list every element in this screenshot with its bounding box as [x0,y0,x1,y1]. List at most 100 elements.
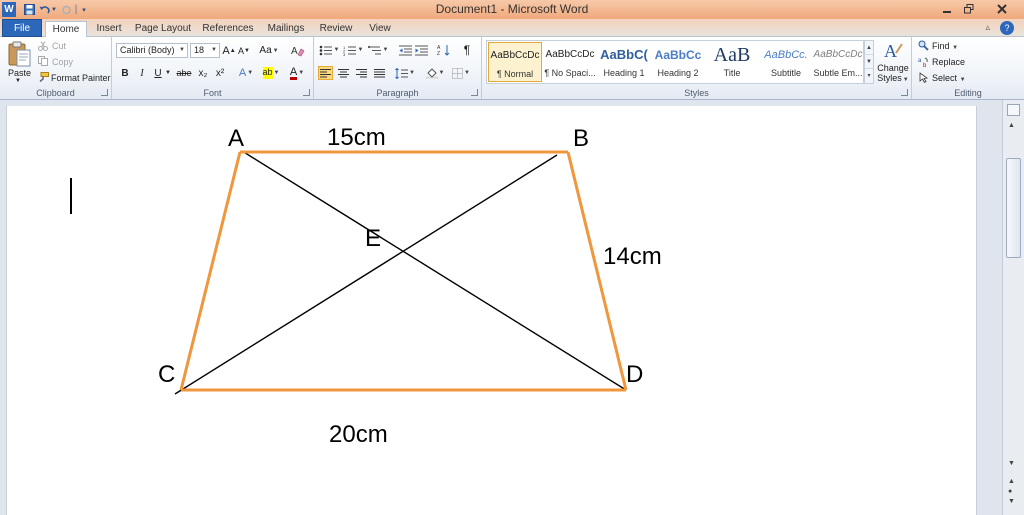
shading-dropdown-icon: ▼ [438,70,445,76]
style-heading-1[interactable]: AaBbC( Heading 1 [597,42,651,82]
style-normal[interactable]: AaBbCcDc ¶ Normal [488,42,542,82]
shrink-font-button[interactable]: A ▼ [237,44,251,57]
styles-group-label: Styles [684,88,709,98]
scroll-down-icon[interactable]: ▼ [1008,460,1015,467]
scroll-thumb[interactable] [1006,158,1021,258]
replace-icon[interactable]: ab [918,56,929,69]
scroll-up-icon[interactable]: ▲ [1008,122,1015,129]
side-label-right: 14cm [603,243,662,270]
select-button[interactable]: Select ▼ [932,73,966,83]
increase-indent-icon[interactable] [414,43,428,57]
highlight-button[interactable]: ab ▼ [260,66,282,80]
italic-button[interactable]: I [135,66,149,80]
numbering-button[interactable]: 1 2 3 ▼ [342,43,364,57]
tab-mailings[interactable]: Mailings [264,21,308,37]
font-size-select[interactable]: 18 ▼ [190,43,220,58]
copy-button[interactable]: Copy [52,57,73,67]
cut-icon[interactable] [38,41,48,51]
minimize-ribbon-icon[interactable]: ▵ [985,22,990,33]
style-title[interactable]: AaB Title [705,42,759,82]
style-subtitle[interactable]: AaBbCc. Subtitle [759,42,813,82]
find-icon[interactable] [918,40,929,51]
font-color-button[interactable]: A ▼ [286,66,308,80]
style-heading-2-preview: AaBbCc [654,48,702,62]
decrease-indent-icon[interactable] [398,43,412,57]
find-label: Find [932,41,950,51]
style-subtle-emphasis[interactable]: AaBbCcDc Subtle Em... [811,42,865,82]
tab-home[interactable]: Home [45,21,87,38]
find-button[interactable]: Find ▼ [932,41,958,51]
tab-view[interactable]: View [364,21,396,37]
help-icon[interactable]: ? [1000,21,1014,35]
font-size-dropdown-icon: ▼ [211,47,217,53]
next-page-icon[interactable]: ▼ [1008,498,1015,505]
styles-gallery-scroll[interactable]: ▲ ▼ ▾ [864,40,874,84]
paragraph-launcher-icon[interactable] [471,89,478,96]
borders-button[interactable]: ▼ [450,66,472,80]
superscript-button[interactable]: x² [213,66,227,80]
font-name-select[interactable]: Calibri (Body) ▼ [116,43,188,58]
previous-page-icon[interactable]: ▲ [1008,478,1015,485]
format-painter-icon[interactable] [38,72,49,83]
align-center-button[interactable] [336,66,351,80]
highlight-label: ab [262,67,273,79]
grow-font-button[interactable]: A ▲ [222,44,236,57]
close-icon[interactable] [984,0,1020,17]
style-heading-2[interactable]: AaBbCc Heading 2 [651,42,705,82]
shading-button[interactable]: ▼ [424,66,446,80]
replace-button[interactable]: Replace [932,57,965,67]
strikethrough-button[interactable]: abe [176,66,192,80]
cut-button[interactable]: Cut [52,41,66,51]
text-effects-label: A [238,67,247,79]
paste-dropdown-icon[interactable]: ▼ [15,78,21,84]
underline-button[interactable]: U [152,66,164,80]
gallery-up-icon[interactable]: ▲ [865,41,873,55]
svg-text:a: a [918,58,922,64]
paste-icon[interactable] [6,40,32,68]
justify-button[interactable] [372,66,387,80]
multilevel-list-button[interactable]: ▼ [366,43,390,57]
gallery-more-icon[interactable]: ▾ [865,69,873,83]
font-name-value: Calibri (Body) [120,45,175,55]
change-styles-icon: A [884,41,903,61]
svg-text:b: b [923,63,927,67]
clipboard-launcher-icon[interactable] [101,89,108,96]
change-styles-button[interactable]: A Change Styles▼ [877,40,909,86]
document-page[interactable]: A B C D E 15cm 14cm 20cm [6,106,977,515]
show-formatting-button[interactable]: ¶ [460,43,474,57]
highlight-dropdown-icon: ▼ [273,70,280,76]
tab-insert[interactable]: Insert [92,21,126,37]
style-normal-preview: AaBbCcDc [490,50,540,61]
tab-page-layout[interactable]: Page Layout [134,21,192,37]
svg-text:A: A [291,46,298,57]
vertical-scrollbar[interactable]: ▲ ▼ ▲ ● ▼ [1002,100,1024,515]
style-no-spacing[interactable]: AaBbCcDc ¶ No Spaci... [543,42,597,82]
font-launcher-icon[interactable] [303,89,310,96]
align-right-button[interactable] [354,66,369,80]
text-effects-button[interactable]: A ▼ [236,66,256,80]
underline-dropdown-icon[interactable]: ▼ [164,66,172,80]
tab-review[interactable]: Review [316,21,356,37]
bullets-button[interactable]: ▼ [318,43,340,57]
tab-file[interactable]: File [2,19,42,37]
line-spacing-button[interactable]: ▼ [394,66,416,80]
clear-formatting-icon[interactable]: A [290,43,306,58]
restore-icon[interactable] [956,0,982,17]
change-case-button[interactable]: Aa ▼ [258,44,280,57]
copy-icon[interactable] [38,56,48,66]
font-size-value: 18 [194,45,205,55]
paste-button[interactable]: Paste [8,68,31,78]
subscript-button[interactable]: x₂ [196,66,210,80]
tab-references[interactable]: References [200,21,256,37]
styles-launcher-icon[interactable] [901,89,908,96]
gallery-down-icon[interactable]: ▼ [865,55,873,69]
bullets-dropdown-icon: ▼ [333,47,340,53]
style-heading-1-preview: AaBbC( [600,47,648,62]
format-painter-button[interactable]: Format Painter [51,73,111,83]
sort-icon[interactable]: AZ [436,43,452,57]
align-left-button[interactable] [318,66,333,80]
view-ruler-icon[interactable] [1007,104,1020,116]
bold-button[interactable]: B [118,66,132,80]
browse-object-icon[interactable]: ● [1008,488,1012,495]
select-icon[interactable] [918,72,929,84]
